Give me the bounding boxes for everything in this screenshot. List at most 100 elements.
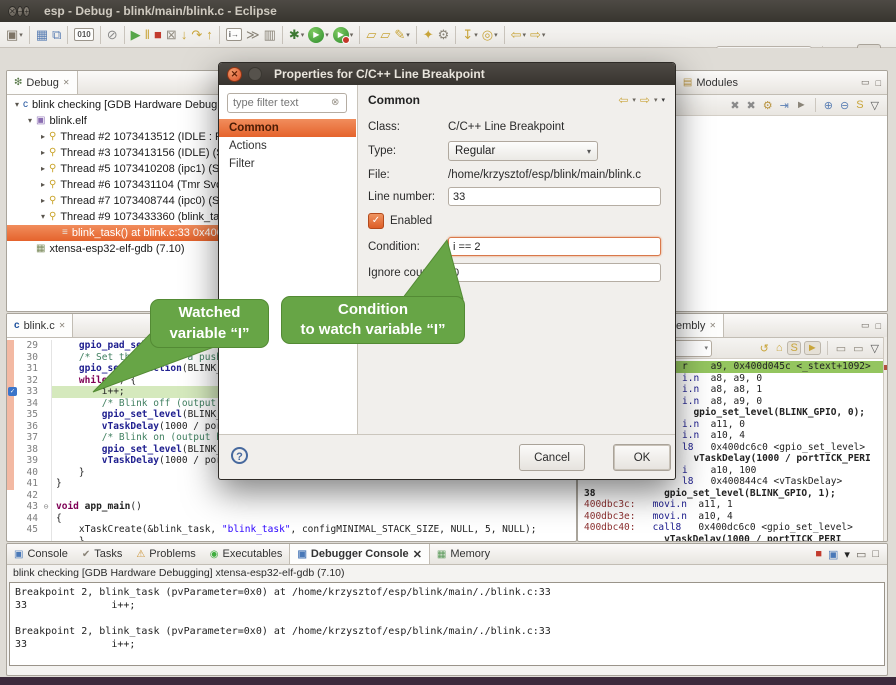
tree-expander-icon[interactable]: ▸: [37, 193, 49, 209]
dialog-category-filter[interactable]: Filter: [219, 155, 356, 173]
close-icon[interactable]: ✕: [63, 78, 70, 87]
expand-all-icon[interactable]: ⊕: [822, 99, 835, 112]
open-element-button[interactable]: ▱: [364, 25, 378, 45]
run-button[interactable]: ▶▾: [306, 25, 331, 45]
step-over-button[interactable]: ↷: [189, 25, 204, 45]
step-into-button[interactable]: ↓: [179, 25, 190, 45]
console-output[interactable]: Breakpoint 2, blink_task (pvParameter=0x…: [9, 582, 885, 666]
use-step-filters-button[interactable]: ▥: [262, 25, 278, 45]
new-wizard-button[interactable]: ▣▾: [4, 25, 25, 45]
type-combo[interactable]: Regular ▾: [448, 141, 598, 161]
forward-button[interactable]: ⇨▾: [528, 25, 547, 45]
tab-blink-c[interactable]: c blink.c ✕: [7, 314, 73, 337]
condition-field[interactable]: [448, 237, 661, 256]
code-line[interactable]: 43⊖void app_main(): [7, 501, 576, 513]
next-annotation-button[interactable]: ◎▾: [480, 25, 500, 45]
tab-console[interactable]: ▣Console: [7, 544, 75, 564]
minimize-icon[interactable]: ▭: [861, 77, 870, 88]
step-return-button[interactable]: ↑: [204, 25, 215, 45]
save-all-button[interactable]: ⧉: [50, 25, 63, 45]
link-with-debug-icon[interactable]: S: [787, 341, 800, 355]
code-line[interactable]: 45 xTaskCreate(&blink_task, "blink_task"…: [7, 524, 576, 536]
collapse-all-icon[interactable]: ⊖: [838, 99, 851, 112]
external-tools-button[interactable]: ▶▾: [331, 25, 356, 45]
disassembly-line[interactable]: 400dbc3e: movi.n a10, 4: [578, 511, 887, 523]
code-line[interactable]: }: [7, 536, 576, 543]
suspend-button[interactable]: ‖: [143, 25, 152, 45]
go-to-file-icon[interactable]: ⇥: [778, 99, 791, 112]
view-menu-icon[interactable]: ▽: [869, 342, 881, 355]
show-symbols-icon[interactable]: ▭: [851, 342, 865, 355]
tree-expander-icon[interactable]: ▾: [11, 97, 23, 113]
save-button[interactable]: ▦: [34, 25, 50, 45]
tab-tasks[interactable]: ✔Tasks: [75, 544, 130, 564]
tree-expander-icon[interactable]: ▸: [37, 129, 49, 145]
last-edit-location-button[interactable]: ↧▾: [460, 25, 479, 45]
ok-button[interactable]: OK: [613, 444, 671, 471]
minimize-icon[interactable]: ▭: [861, 320, 870, 331]
tab-problems[interactable]: ⚠Problems: [129, 544, 202, 564]
tab-debug[interactable]: ❇ Debug ✕: [7, 71, 78, 94]
dialog-minimize-button[interactable]: [248, 67, 262, 81]
breakpoint-current-line-icon[interactable]: ✓: [8, 387, 17, 396]
view-menu-icon[interactable]: ▽: [869, 99, 881, 112]
enabled-checkbox[interactable]: ✓: [368, 213, 384, 229]
tab-executables[interactable]: ◉Executables: [203, 544, 290, 564]
cancel-button[interactable]: Cancel: [519, 444, 585, 471]
tree-expander-icon[interactable]: ▸: [37, 161, 49, 177]
close-icon[interactable]: ✕: [709, 321, 716, 330]
tree-expander-icon[interactable]: ▾: [37, 209, 49, 225]
clear-filter-icon[interactable]: ⊗: [331, 97, 339, 108]
show-supported-icon[interactable]: ⚙: [761, 99, 775, 112]
refresh-icon[interactable]: ↺: [758, 342, 771, 355]
instruction-stepping-button[interactable]: i→: [224, 25, 244, 45]
home-icon[interactable]: ⌂: [774, 342, 785, 354]
show-instructions-button[interactable]: ≫: [244, 25, 262, 45]
maximize-icon[interactable]: □: [876, 321, 881, 331]
code-line[interactable]: 44{: [7, 513, 576, 525]
disassembly-line[interactable]: 38 gpio_set_level(BLINK_GPIO, 1);: [578, 488, 887, 500]
show-source-icon[interactable]: ▭: [834, 342, 848, 355]
debug-button[interactable]: ✱▾: [287, 25, 306, 45]
code-line[interactable]: 42: [7, 490, 576, 502]
back-dropdown-icon[interactable]: ▾: [632, 96, 636, 104]
disassembly-line[interactable]: vTaskDelay(1000 / portTICK_PERI: [578, 534, 887, 543]
back-arrow-icon[interactable]: ⇦: [618, 93, 628, 107]
window-maximize-button[interactable]: +: [23, 6, 30, 17]
window-close-button[interactable]: ✕: [8, 6, 17, 17]
dialog-category-common[interactable]: Common: [219, 119, 356, 137]
remove-selected-icon[interactable]: ✖: [728, 99, 741, 112]
resume-button[interactable]: ▶: [129, 25, 143, 45]
remove-all-icon[interactable]: ✖: [745, 99, 758, 112]
select-pointer-icon[interactable]: ►: [794, 99, 809, 111]
minimize-view-icon[interactable]: ▭: [856, 548, 866, 561]
new-flash-button[interactable]: ✎▾: [392, 25, 411, 45]
tree-expander-icon[interactable]: ▸: [37, 145, 49, 161]
skip-all-breakpoints-button[interactable]: ⊘: [105, 25, 120, 45]
back-button[interactable]: ⇦▾: [509, 25, 528, 45]
fold-marker-icon[interactable]: ⊖: [41, 501, 52, 513]
chevron-down-icon[interactable]: ▾: [844, 548, 850, 561]
dialog-close-button[interactable]: ✕: [227, 67, 242, 82]
maximize-icon[interactable]: □: [876, 78, 881, 88]
tree-expander-icon[interactable]: ▾: [24, 113, 36, 129]
dialog-category-actions[interactable]: Actions: [219, 137, 356, 155]
open-resource-button[interactable]: ▱: [378, 25, 392, 45]
link-with-debug-icon[interactable]: S: [854, 99, 865, 111]
track-selection-icon[interactable]: ►: [804, 341, 821, 355]
line-number-field[interactable]: [448, 187, 661, 206]
tab-memory[interactable]: ▦Memory: [430, 544, 497, 564]
overview-ruler[interactable]: [883, 337, 887, 541]
tree-expander-icon[interactable]: ▸: [37, 177, 49, 193]
maximize-view-icon[interactable]: □: [872, 548, 879, 560]
close-icon[interactable]: ✕: [413, 548, 422, 561]
tab-debugger-console[interactable]: ▣Debugger Console✕: [289, 544, 429, 564]
ignore-count-field[interactable]: [448, 263, 661, 282]
filter-input[interactable]: [227, 93, 347, 113]
forward-dropdown-icon[interactable]: ▾: [654, 96, 658, 104]
close-icon[interactable]: ✕: [59, 321, 66, 330]
display-selected-console-icon[interactable]: ▣: [828, 548, 838, 561]
tab-modules[interactable]: ▤Modules: [676, 71, 745, 94]
help-button[interactable]: ?: [231, 447, 248, 464]
terminate-button[interactable]: ■: [152, 25, 164, 45]
